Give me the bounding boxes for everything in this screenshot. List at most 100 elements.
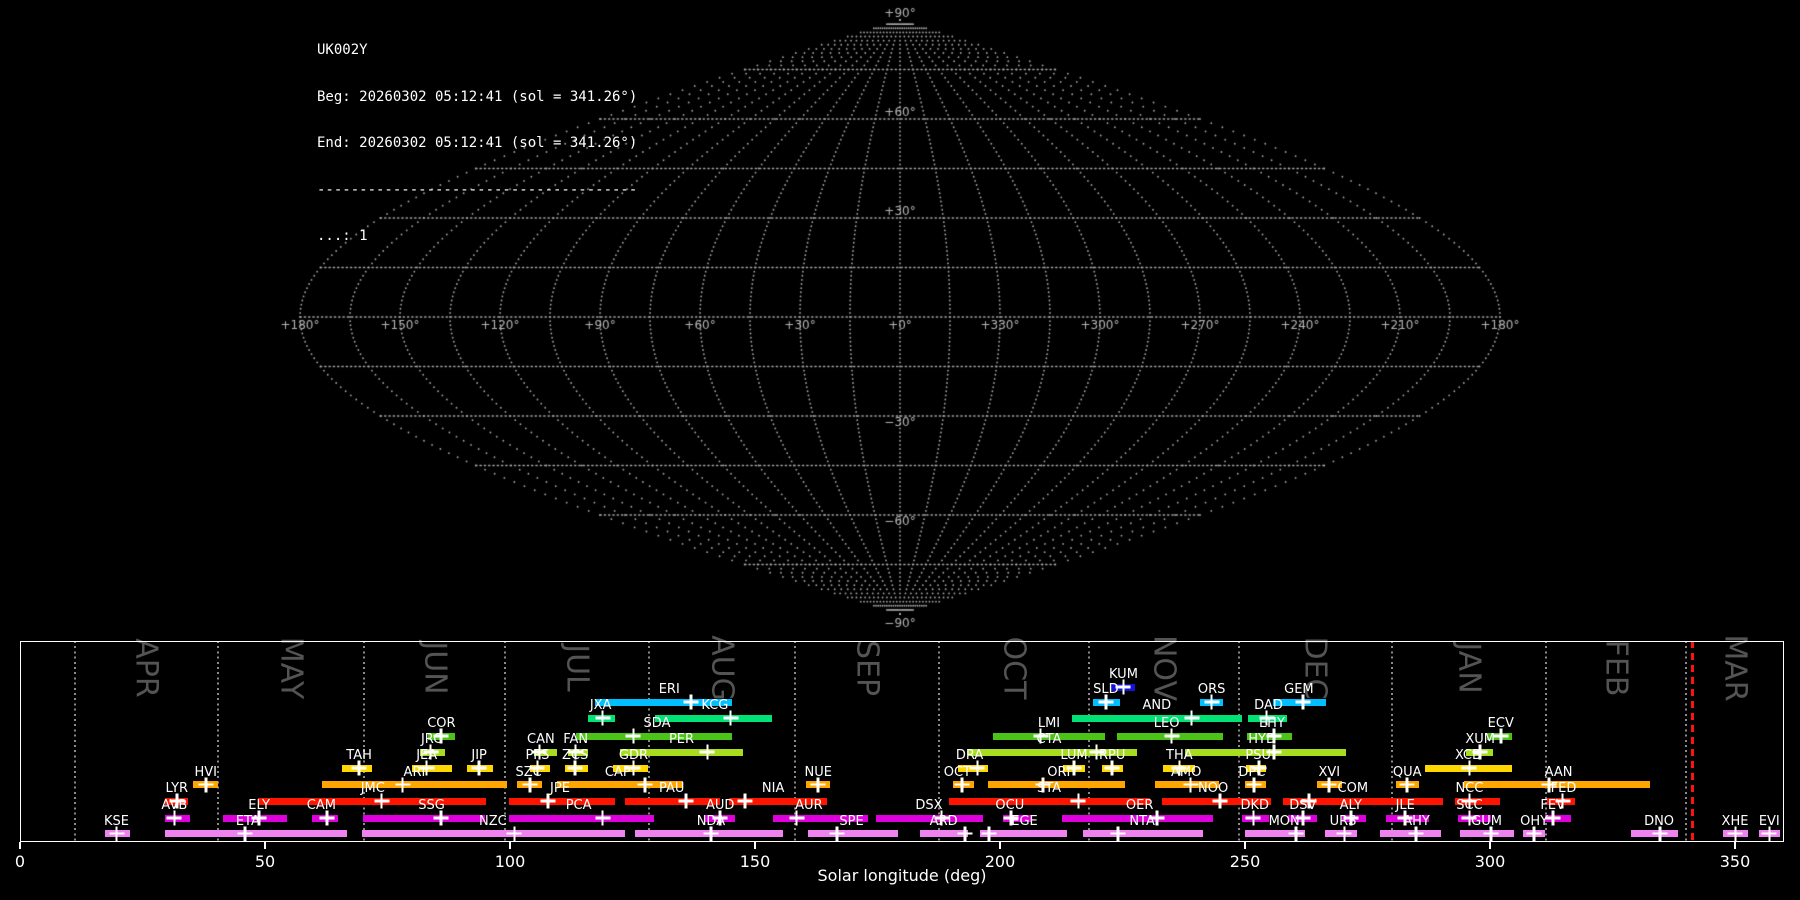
peak-marker-jle	[1397, 810, 1413, 826]
month-label-feb: FEB	[1598, 639, 1634, 697]
peak-marker-aly	[1343, 810, 1359, 826]
x-tick-label-50: 50	[254, 852, 276, 871]
x-tick-label-200: 200	[984, 852, 1016, 871]
peak-marker-kcg	[723, 710, 738, 726]
x-tick-300	[1489, 842, 1491, 849]
month-separator-nov	[1088, 641, 1091, 842]
peak-marker-kum	[1115, 679, 1131, 695]
peak-marker-cap	[637, 777, 653, 792]
peak-marker-tah	[351, 760, 367, 776]
x-tick-150	[754, 842, 756, 849]
month-label-jul: JUL	[559, 644, 595, 692]
x-tick-label-150: 150	[739, 852, 771, 871]
peak-marker-pau	[678, 793, 694, 809]
month-separator-jul	[503, 641, 506, 842]
x-tick-200	[999, 842, 1001, 849]
peak-marker-cor	[433, 728, 449, 744]
peak-marker-mon	[1288, 826, 1304, 841]
peak-marker-nda	[703, 826, 719, 841]
peak-marker-kse	[109, 826, 125, 841]
peak-marker-jea	[419, 760, 435, 776]
shower-bar-spe	[808, 830, 899, 837]
peak-marker-rpu	[1104, 760, 1120, 776]
x-axis-title: Solar longitude (deg)	[817, 866, 987, 885]
month-separator-dec	[1237, 641, 1240, 842]
peak-marker-xvi	[1321, 777, 1337, 792]
peak-marker-dra	[969, 760, 985, 776]
peak-marker-ege	[981, 826, 997, 841]
shower-bar-eta	[165, 830, 347, 837]
peak-marker-ssg	[433, 810, 449, 826]
shower-label-sda: SDA	[643, 716, 671, 731]
peak-marker-nia	[737, 793, 753, 809]
x-tick-label-0: 0	[14, 852, 26, 871]
peak-marker-eri	[683, 694, 699, 710]
peak-marker-dno	[1652, 826, 1668, 841]
peak-marker-ard	[957, 826, 973, 841]
peak-marker-spe	[829, 826, 845, 841]
shower-label-eri: ERI	[658, 682, 680, 697]
peak-marker-jmc	[374, 793, 390, 809]
shower-bar-jpe	[508, 797, 615, 805]
peak-marker-oct	[954, 777, 970, 792]
x-tick-100	[509, 842, 511, 849]
peak-marker-dkd	[1245, 810, 1261, 826]
peak-marker-aan	[1541, 777, 1557, 792]
peak-marker-evi	[1761, 826, 1777, 841]
peak-marker-qua	[1399, 777, 1415, 792]
x-tick-350	[1734, 842, 1736, 849]
peak-marker-oer	[1149, 810, 1165, 826]
peak-marker-xcb	[1461, 760, 1477, 776]
peak-marker-lmi	[1033, 728, 1049, 744]
shower-label-per: PER	[668, 732, 695, 747]
shower-label-nzc: NZC	[478, 813, 507, 829]
peak-marker-sta	[1070, 793, 1086, 809]
shower-bar-kcg	[655, 714, 772, 722]
peak-marker-urs	[1336, 826, 1352, 841]
x-tick-250	[1244, 842, 1246, 849]
month-label-mar: MAR	[1717, 634, 1753, 702]
peak-marker-eta	[237, 826, 253, 841]
peak-marker-ecv	[1493, 728, 1509, 744]
peak-marker-szc	[522, 777, 538, 792]
peak-marker-avb	[166, 810, 182, 826]
peak-marker-dpc	[1246, 777, 1262, 792]
peak-marker-jip	[471, 760, 487, 776]
peak-marker-dad	[1259, 710, 1275, 726]
peak-marker-fan	[568, 744, 584, 760]
peak-marker-zcs	[567, 760, 583, 776]
peak-marker-jxa	[595, 710, 611, 726]
peak-marker-ocu	[1003, 810, 1019, 826]
peak-marker-gem	[1295, 694, 1311, 710]
shower-label-nia: NIA	[761, 781, 785, 796]
peak-marker-sld	[1098, 694, 1114, 710]
month-separator-apr	[73, 641, 76, 842]
month-separator-jun	[363, 641, 366, 842]
peak-marker-sda	[625, 728, 641, 744]
peak-marker-fev	[1545, 810, 1561, 826]
peak-marker-dsv	[1295, 810, 1311, 826]
month-label-jun: JUN	[417, 641, 453, 695]
peak-marker-gum	[1483, 826, 1499, 841]
activity-timeline-chart: APR MAY JUN JUL AUG SEP OCT NOV DEC JAN FEB MAR KUM E…	[0, 0, 1800, 900]
current-sol-line	[1690, 641, 1694, 842]
peak-marker-jpe	[540, 793, 556, 809]
peak-marker-leo	[1164, 728, 1179, 744]
peak-marker-per	[699, 744, 715, 760]
shower-bar-sda	[576, 732, 733, 740]
peak-marker-xhe	[1727, 826, 1743, 841]
peak-marker-and	[1184, 710, 1200, 726]
month-label-nov: NOV	[1146, 634, 1182, 702]
peak-marker-ohy	[1526, 826, 1542, 841]
shower-bar-jmc	[258, 797, 487, 805]
shower-label-pca: PCA	[565, 798, 592, 813]
peak-marker-cam	[319, 810, 335, 826]
peak-marker-pca	[595, 810, 611, 826]
month-separator-jan	[1390, 641, 1393, 842]
peak-marker-gdr	[625, 760, 641, 776]
peak-marker-aur	[789, 810, 805, 826]
shower-bar-nta	[1083, 830, 1204, 837]
month-label-jan: JAN	[1451, 642, 1487, 694]
peak-marker-cta	[1089, 744, 1105, 760]
peak-marker-can	[531, 744, 547, 760]
